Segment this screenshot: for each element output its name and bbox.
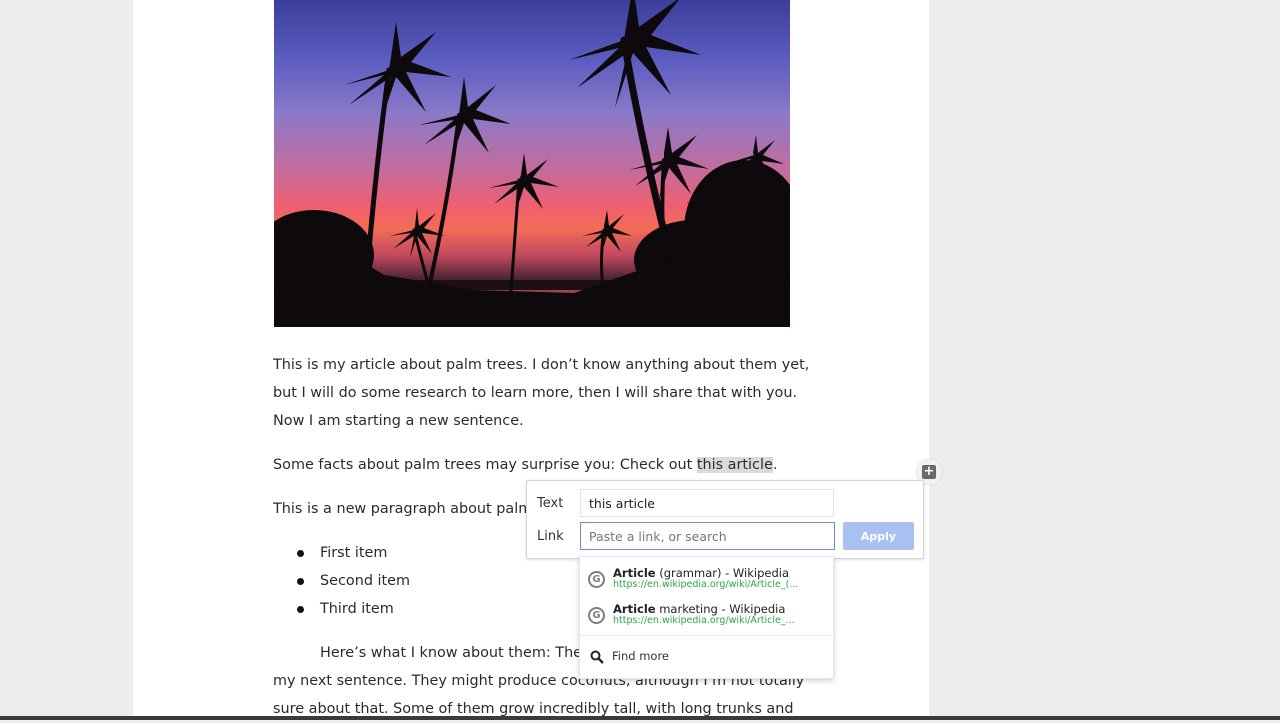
plus-icon: + (922, 464, 936, 479)
find-more-button[interactable]: Find more (580, 645, 833, 669)
paragraph-text: . (772, 457, 778, 473)
link-editor-popup: Text this article Link Apply (526, 480, 924, 559)
bullet-icon (297, 549, 304, 557)
text-label: Text (537, 496, 564, 511)
list-item-text: Second item (320, 573, 411, 589)
apply-button[interactable]: Apply (843, 522, 914, 550)
link-label: Link (537, 529, 564, 544)
paragraph-new[interactable]: This is a new paragraph about palm t (273, 495, 542, 523)
bullet-icon (297, 577, 304, 585)
suggestion-title: Article (grammar) - Wikipedia (613, 566, 790, 580)
suggestion-item[interactable]: G Article marketing - Wikipedia https://… (580, 597, 833, 631)
paragraph-text: Some facts about palm trees may surprise… (273, 457, 697, 473)
paragraph-intro[interactable]: This is my article about palm trees. I d… (273, 351, 809, 435)
list-item-text: First item (320, 545, 388, 561)
search-icon (590, 650, 604, 664)
suggestion-url: https://en.wikipedia.org/wiki/Article_..… (613, 615, 795, 626)
paragraph-facts[interactable]: Some facts about palm trees may surprise… (273, 451, 777, 479)
suggestion-url: https://en.wikipedia.org/wiki/Article_(.… (613, 579, 799, 590)
selected-link-text[interactable]: this article (696, 457, 773, 473)
paragraph-line: Now I am starting a new sentence. (273, 413, 524, 429)
google-icon: G (588, 571, 605, 588)
link-url-input[interactable] (580, 522, 835, 550)
find-more-label: Find more (612, 649, 670, 663)
link-suggestions-dropdown: G Article (grammar) - Wikipedia https://… (579, 556, 834, 679)
paragraph-line: This is my article about palm trees. I d… (273, 357, 810, 373)
list-item[interactable]: Second item (297, 567, 410, 595)
list-item[interactable]: First item (297, 539, 410, 567)
list-item[interactable]: Third item (297, 595, 410, 623)
bulleted-list[interactable]: First item Second item Third item (297, 539, 410, 623)
list-item-text: Third item (320, 601, 394, 617)
divider (580, 635, 833, 636)
suggestion-title: Article marketing - Wikipedia (613, 602, 786, 616)
palm-tree-sunset-image[interactable] (274, 0, 790, 327)
paragraph-line: This is a new paragraph about palm t (273, 501, 543, 517)
google-icon: G (588, 607, 605, 624)
bullet-icon (297, 605, 304, 613)
link-text-field[interactable]: this article (580, 489, 834, 517)
paragraph-line: but I will do some research to learn mor… (273, 385, 798, 401)
suggestion-item[interactable]: G Article (grammar) - Wikipedia https://… (580, 561, 833, 595)
bottom-edge-bar (0, 716, 1280, 720)
